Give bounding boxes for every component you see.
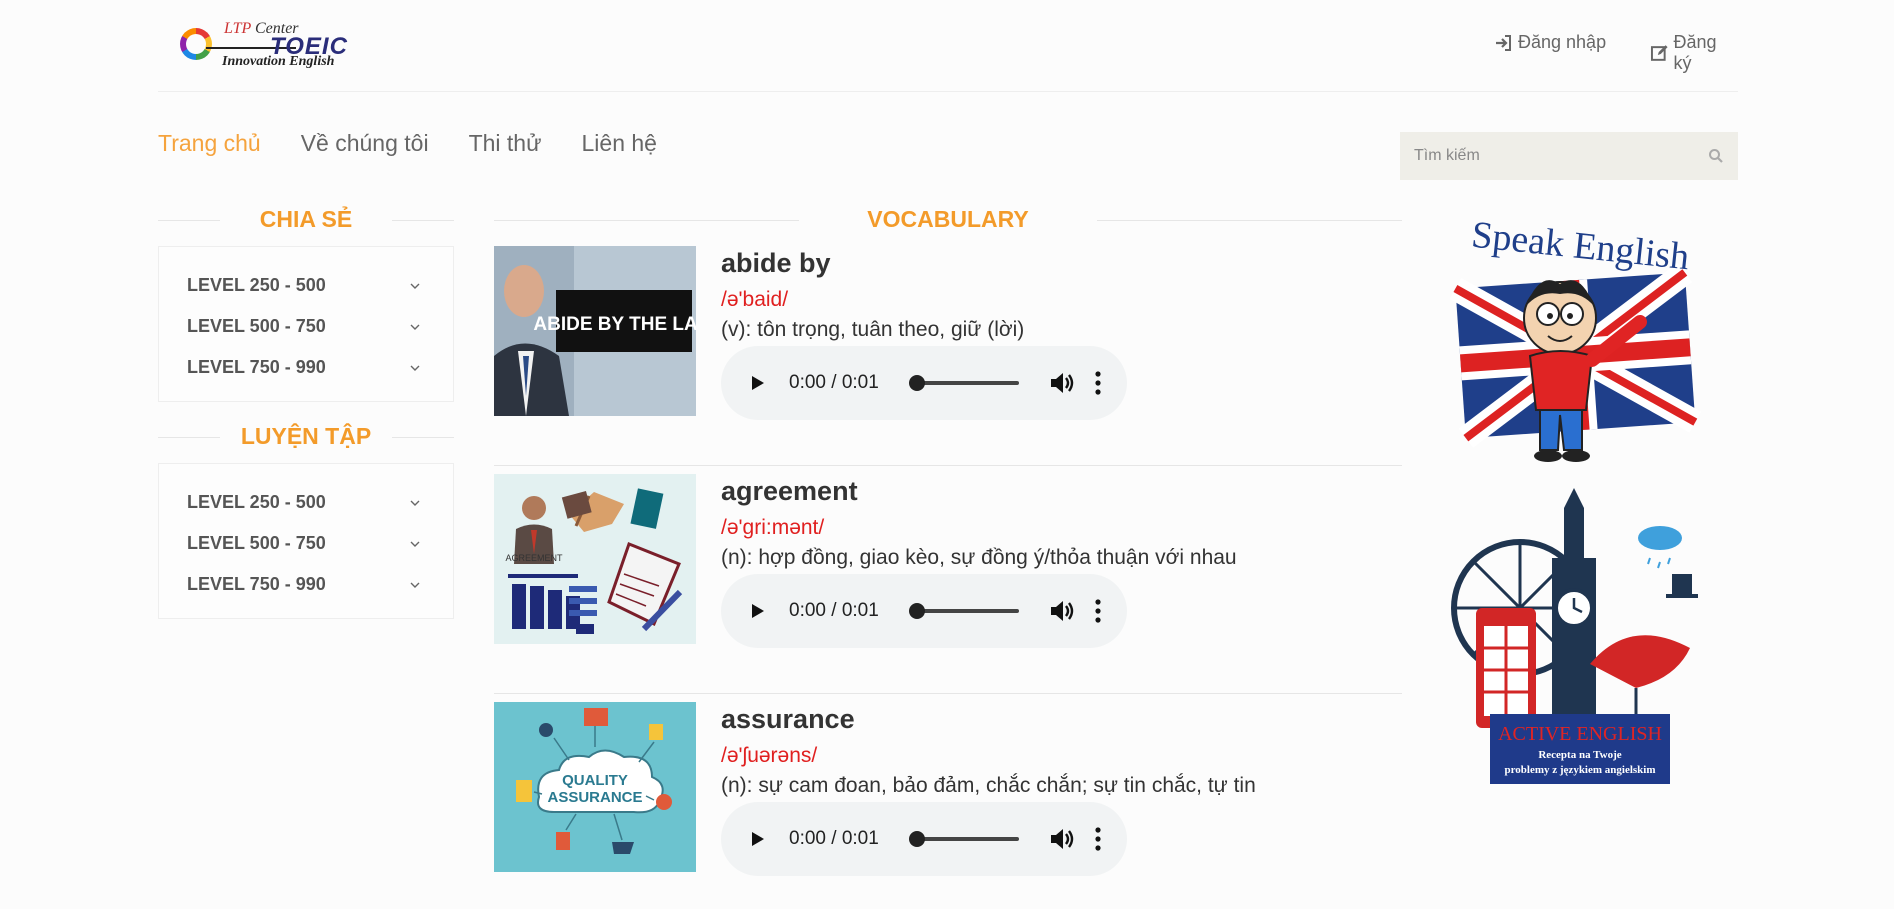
vocab-meaning: (n): hợp đồng, giao kèo, sự đồng ý/thỏa …: [721, 546, 1237, 569]
share-box: LEVEL 250 - 500 LEVEL 500 - 750 LEVEL 75…: [158, 246, 454, 402]
volume-icon[interactable]: [1047, 369, 1075, 397]
vocab-entry: AGREEMENT agreement /ə'gri:mənt/ (n): hợ…: [494, 474, 1402, 694]
share-level-750-990[interactable]: LEVEL 750 - 990: [159, 347, 453, 388]
login-link[interactable]: Đăng nhập: [1494, 32, 1606, 53]
vocab-word: agreement: [721, 476, 858, 506]
chevron-down-icon: [410, 541, 420, 547]
sign-in-icon: [1496, 34, 1511, 51]
level-label: LEVEL 500 - 750: [187, 533, 326, 553]
assurance-image-text-2: ASSURANCE: [547, 789, 642, 806]
practice-level-750-990[interactable]: LEVEL 750 - 990: [159, 564, 453, 605]
level-label: LEVEL 750 - 990: [187, 574, 326, 594]
chevron-down-icon: [410, 500, 420, 506]
audio-progress-slider[interactable]: [909, 831, 1019, 847]
volume-icon[interactable]: [1047, 597, 1075, 625]
vocab-entry: ABIDE BY THE LAW abide by /ə'baid/ (v): …: [494, 246, 1402, 466]
active-english-sub1: Recepta na Twoje: [1538, 749, 1621, 761]
audio-player: 0:00 / 0:01: [721, 802, 1127, 876]
vocab-word: assurance: [721, 704, 855, 734]
audio-progress-slider[interactable]: [909, 603, 1019, 619]
search-box: [1400, 132, 1738, 180]
share-title: CHIA SẺ: [158, 206, 454, 233]
level-label: LEVEL 250 - 500: [187, 492, 326, 512]
active-english-banner[interactable]: ACTIVE ENGLISH Recepta na Twoje problemy…: [1440, 488, 1720, 790]
audio-progress-knob[interactable]: [909, 603, 925, 619]
audio-progress-knob[interactable]: [909, 831, 925, 847]
volume-icon[interactable]: [1047, 825, 1075, 853]
level-label: LEVEL 500 - 750: [187, 316, 326, 336]
more-options-icon[interactable]: [1095, 370, 1101, 396]
agreement-image-text: AGREEMENT: [505, 553, 563, 563]
more-options-icon[interactable]: [1095, 826, 1101, 852]
site-header: LTP Center TOEIC Innovation English Đăng…: [158, 0, 1738, 92]
share-level-500-750[interactable]: LEVEL 500 - 750: [159, 306, 453, 347]
register-link[interactable]: Đăng ký: [1650, 32, 1738, 74]
speak-english-banner[interactable]: Speak English: [1440, 210, 1720, 480]
practice-box: LEVEL 250 - 500 LEVEL 500 - 750 LEVEL 75…: [158, 463, 454, 619]
vocab-image-abide[interactable]: ABIDE BY THE LAW: [494, 246, 696, 416]
vocab-ipa: /ə'ʃuərəns/: [721, 744, 818, 767]
audio-time: 0:00 / 0:01: [789, 828, 879, 849]
practice-level-250-500[interactable]: LEVEL 250 - 500: [159, 482, 453, 523]
more-options-icon[interactable]: [1095, 598, 1101, 624]
chevron-down-icon: [410, 582, 420, 588]
vocab-image-agreement[interactable]: AGREEMENT: [494, 474, 696, 644]
chevron-down-icon: [410, 365, 420, 371]
audio-player: 0:00 / 0:01: [721, 574, 1127, 648]
register-label: Đăng ký: [1673, 32, 1717, 73]
vocab-ipa: /ə'baid/: [721, 288, 789, 311]
abide-image-text: ABIDE BY THE LAW: [533, 314, 696, 335]
share-level-250-500[interactable]: LEVEL 250 - 500: [159, 265, 453, 306]
vocab-meaning: (v): tôn trọng, tuân theo, giữ (lời): [721, 318, 1025, 341]
play-icon[interactable]: [747, 601, 767, 621]
vocab-meaning: (n): sự cam đoan, bảo đảm, chắc chắn; sự…: [721, 774, 1256, 797]
audio-time: 0:00 / 0:01: [789, 372, 879, 393]
search-icon[interactable]: [1708, 148, 1724, 164]
audio-player: 0:00 / 0:01: [721, 346, 1127, 420]
edit-icon: [1650, 45, 1668, 61]
play-icon[interactable]: [747, 373, 767, 393]
login-label: Đăng nhập: [1518, 32, 1607, 52]
chevron-down-icon: [410, 324, 420, 330]
active-english-title: ACTIVE ENGLISH: [1498, 723, 1662, 745]
audio-time: 0:00 / 0:01: [789, 600, 879, 621]
vocab-entry: QUALITY ASSURANCE assurance /ə'ʃuərəns/ …: [494, 702, 1402, 909]
level-label: LEVEL 750 - 990: [187, 357, 326, 377]
play-icon[interactable]: [747, 829, 767, 849]
chevron-down-icon: [410, 283, 420, 289]
search-input[interactable]: [1414, 147, 1708, 165]
practice-title: LUYỆN TẬP: [158, 423, 454, 450]
assurance-image-text-1: QUALITY: [562, 772, 628, 789]
audio-progress-slider[interactable]: [909, 375, 1019, 391]
vocab-ipa: /ə'gri:mənt/: [721, 516, 825, 539]
level-label: LEVEL 250 - 500: [187, 275, 326, 295]
audio-progress-knob[interactable]: [909, 375, 925, 391]
vocab-image-assurance[interactable]: QUALITY ASSURANCE: [494, 702, 696, 872]
logo-ring-icon: [180, 28, 212, 60]
practice-level-500-750[interactable]: LEVEL 500 - 750: [159, 523, 453, 564]
site-logo[interactable]: LTP Center TOEIC Innovation English: [180, 20, 380, 76]
vocabulary-title: VOCABULARY: [494, 206, 1402, 233]
vocab-word: abide by: [721, 248, 831, 278]
logo-line3: Innovation English: [222, 54, 335, 69]
active-english-sub2: problemy z językiem angielskim: [1504, 764, 1655, 776]
